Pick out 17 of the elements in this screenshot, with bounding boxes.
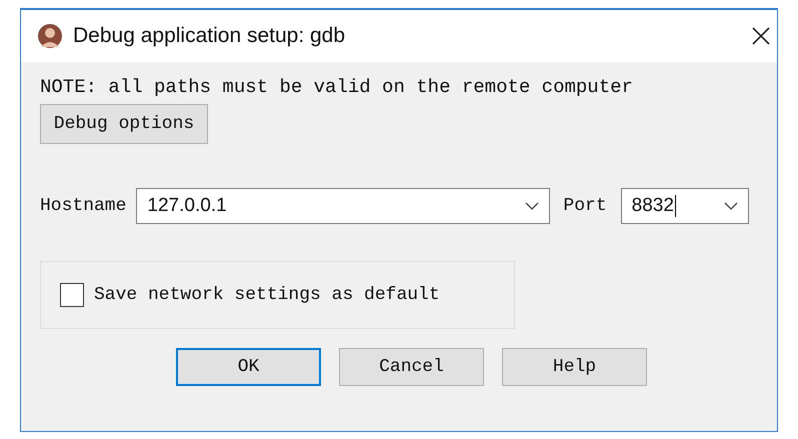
avatar-icon [37,23,63,49]
window-title: Debug application setup: gdb [73,24,346,48]
debug-options-button[interactable]: Debug options [40,104,208,144]
port-label: Port [563,196,607,216]
port-combo[interactable]: 8832 [620,188,749,224]
dialog-button[interactable]: Cancel [339,348,484,386]
chevron-down-icon[interactable] [525,201,540,211]
hostname-combo[interactable]: 127.0.0.1 [136,188,550,224]
hostname-label: Hostname [40,196,126,216]
close-icon[interactable] [751,26,771,46]
checkbox-label[interactable]: Save network settings as default [94,285,440,305]
chevron-down-icon[interactable] [724,201,738,211]
dialog-button[interactable]: Help [502,348,647,386]
dialog-button[interactable]: OK [176,348,321,386]
text-cursor [674,195,676,217]
checkbox[interactable] [60,283,84,307]
note-text: NOTE: all paths must be valid on the remote computer [40,75,634,100]
